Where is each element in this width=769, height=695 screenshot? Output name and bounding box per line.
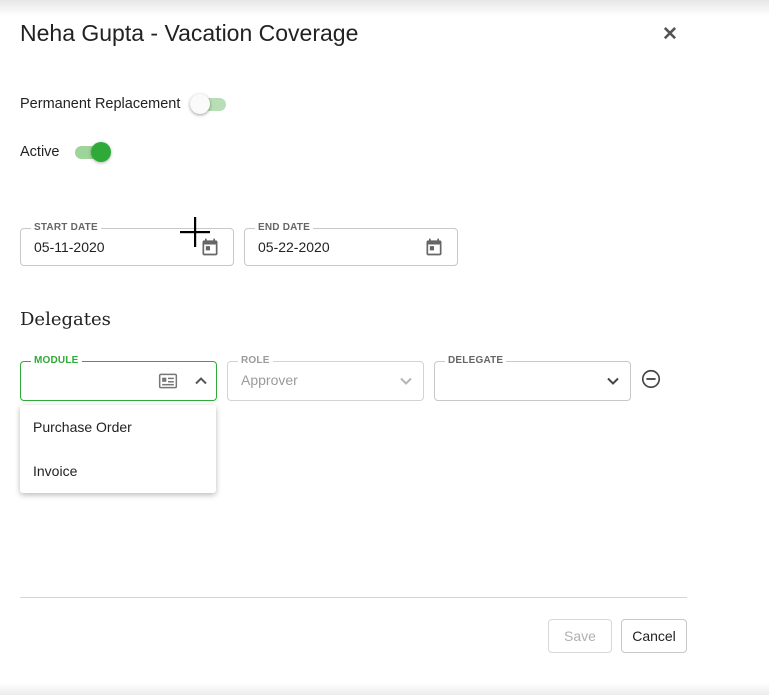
module-label: MODULE [31,355,82,366]
delegate-select[interactable]: DELEGATE [434,355,631,401]
module-option-invoice[interactable]: Invoice [20,449,216,493]
save-button[interactable]: Save [548,619,612,653]
module-option-purchase-order[interactable]: Purchase Order [20,405,216,449]
close-icon[interactable]: ✕ [660,24,680,46]
chevron-down-icon[interactable] [603,371,623,391]
remove-circle-icon[interactable] [640,368,662,390]
permanent-replacement-label: Permanent Replacement [20,96,181,112]
module-select[interactable]: MODULE [20,355,217,401]
start-date-value: 05-11-2020 [34,239,105,255]
role-select[interactable]: ROLE Approver [227,355,424,401]
toggle-thumb [90,142,111,162]
module-dropdown-menu: Purchase Order Invoice [20,405,216,493]
role-value: Approver [241,372,298,388]
delegate-label: DELEGATE [445,355,507,366]
permanent-replacement-row: Permanent Replacement [20,94,228,114]
delegates-heading: Delegates [20,309,111,330]
bottom-shadow [0,683,769,695]
active-toggle[interactable] [73,142,111,162]
dialog-title: Neha Gupta - Vacation Coverage [20,20,359,46]
cancel-button[interactable]: Cancel [621,619,687,653]
id-card-icon [158,373,178,389]
end-date-value: 05-22-2020 [258,239,330,255]
end-date-field[interactable]: END DATE 05-22-2020 [244,222,458,266]
active-label: Active [20,144,60,160]
chevron-down-icon[interactable] [396,371,416,391]
top-shadow [0,0,769,16]
end-date-label: END DATE [255,222,313,233]
permanent-replacement-toggle[interactable] [190,94,228,114]
chevron-up-icon[interactable] [191,371,211,391]
start-date-label: START DATE [31,222,101,233]
toggle-thumb [190,94,211,114]
active-row: Active [20,142,111,162]
calendar-icon[interactable] [424,237,444,257]
role-label: ROLE [238,355,273,366]
footer-divider [20,597,687,598]
crosshair-cursor-icon [180,217,210,247]
